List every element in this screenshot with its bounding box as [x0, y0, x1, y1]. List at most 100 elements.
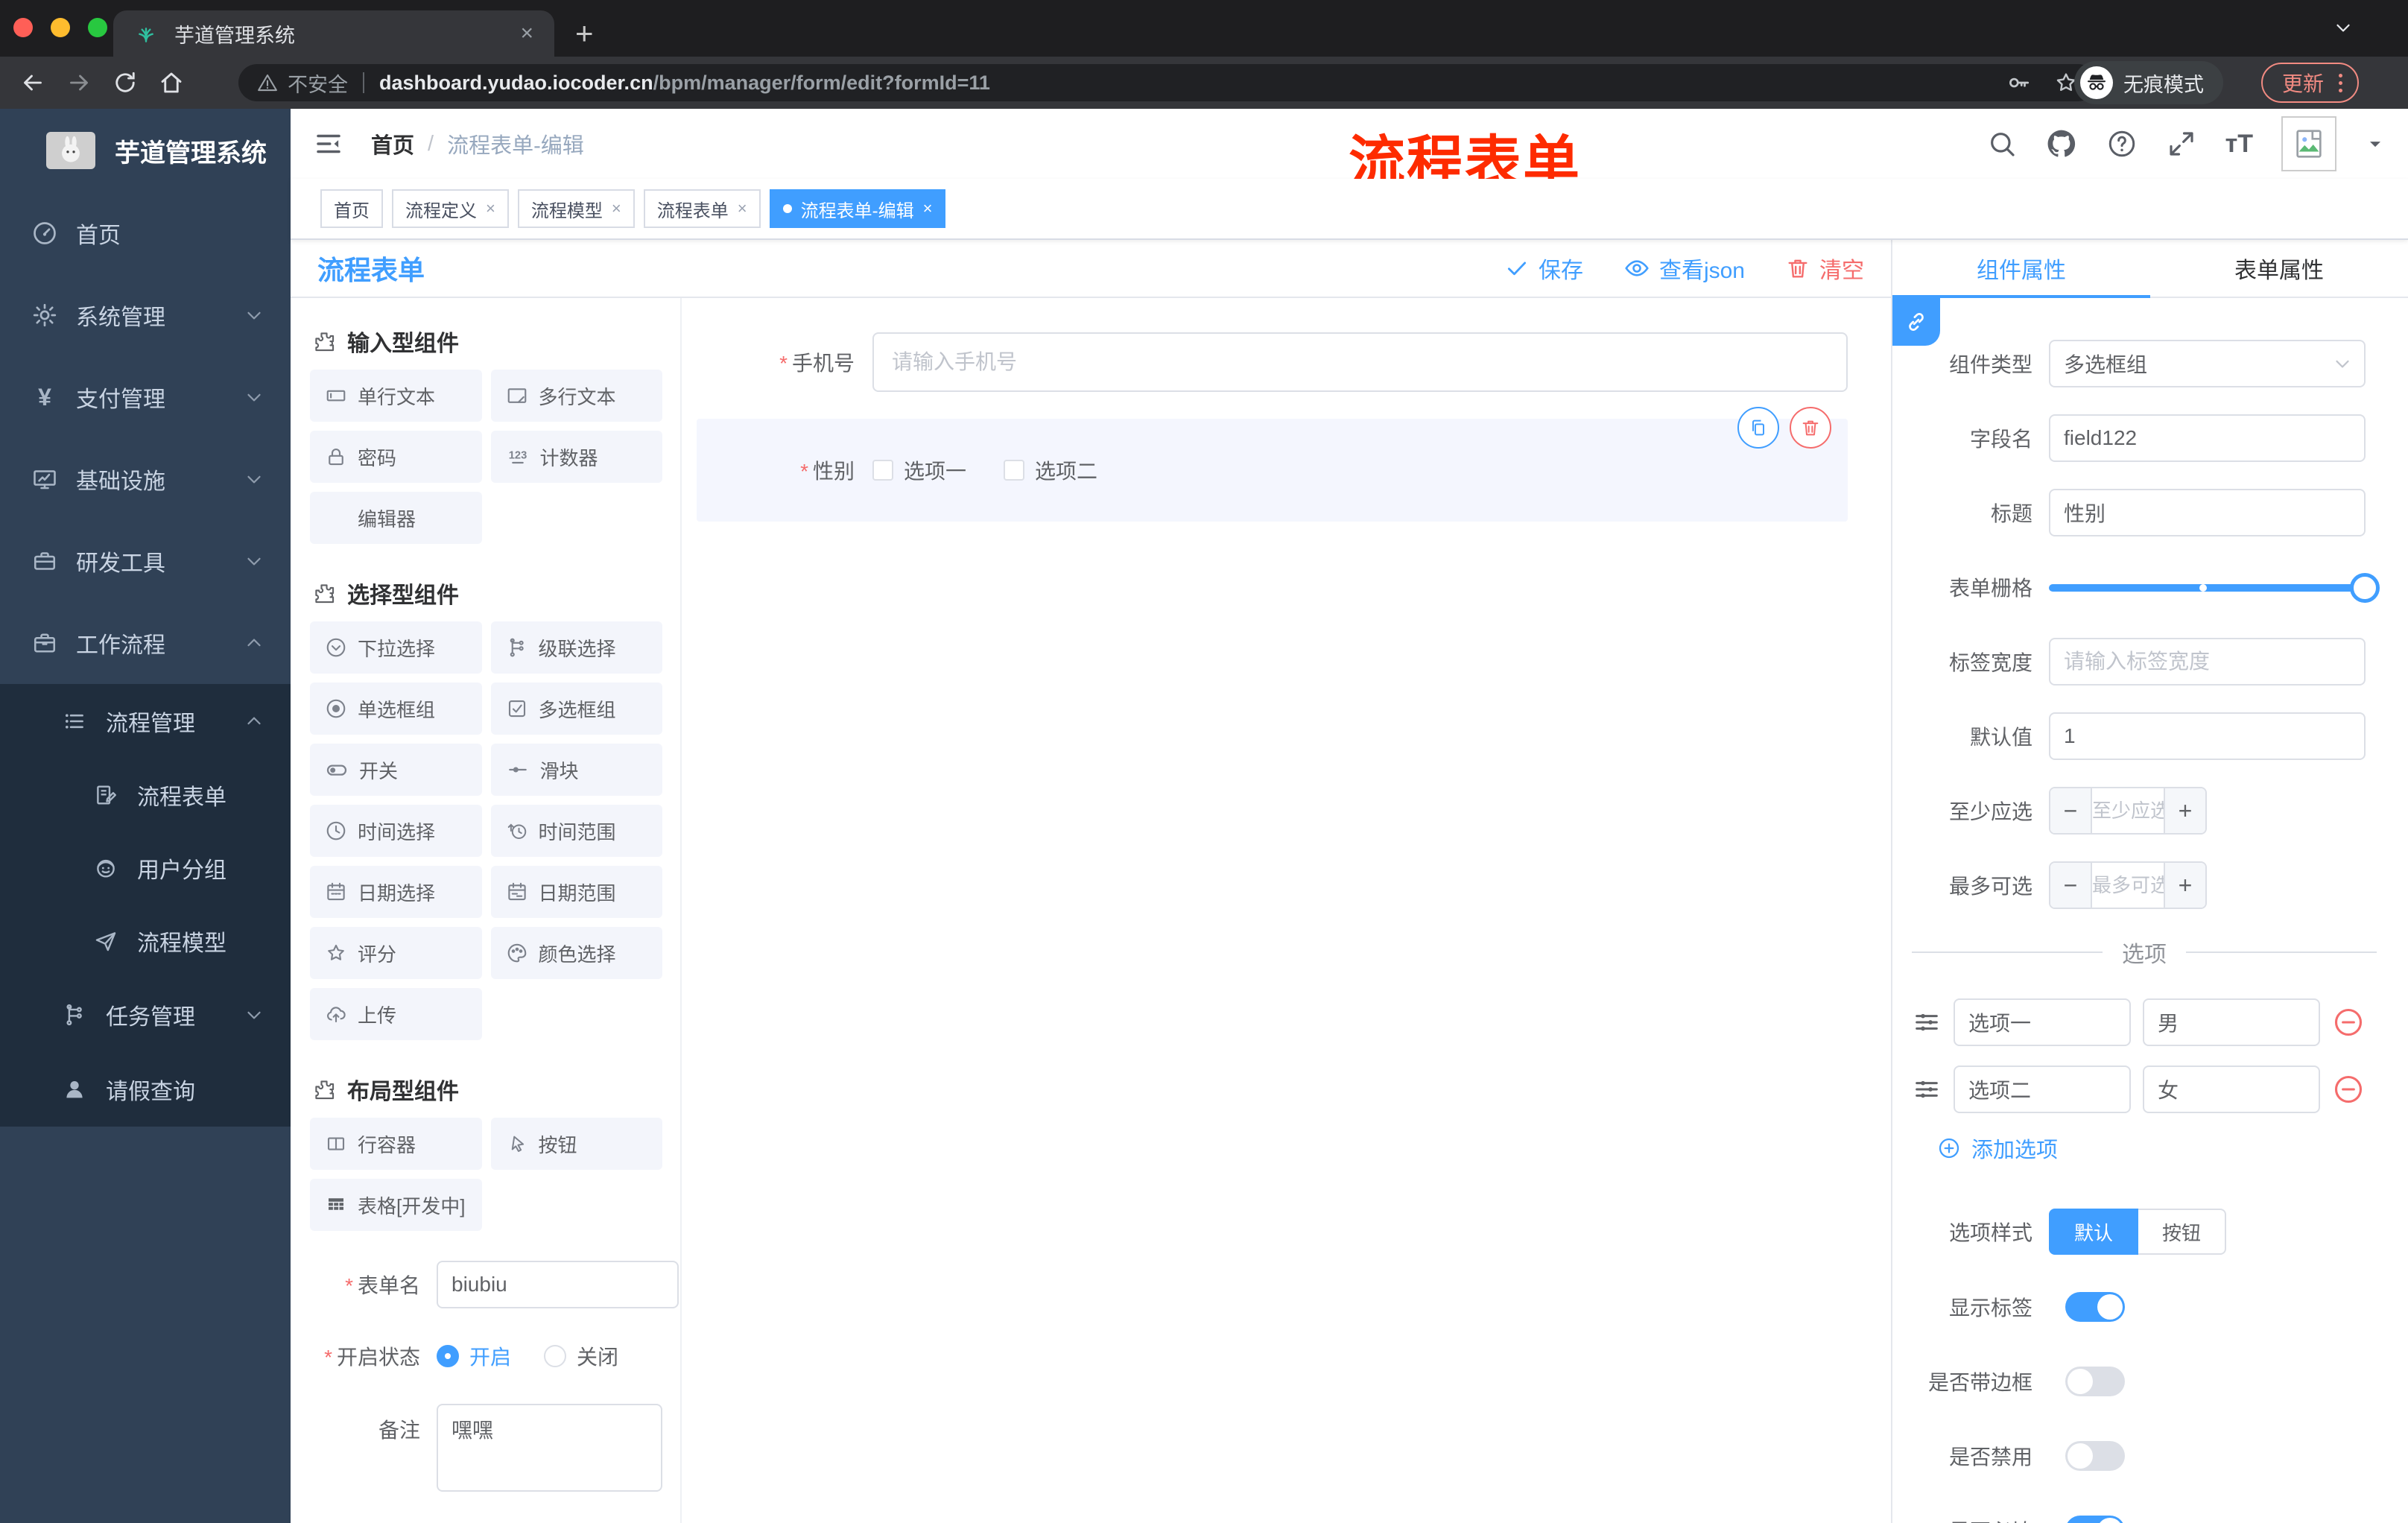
search-icon[interactable]	[1987, 129, 2017, 159]
new-tab-button[interactable]: +	[575, 18, 594, 49]
style-default-button[interactable]: 默认	[2049, 1209, 2139, 1255]
breadcrumb-home[interactable]: 首页	[371, 128, 414, 159]
style-button-button[interactable]: 按钮	[2138, 1209, 2227, 1255]
component-chip-date-picker[interactable]: 日期选择	[310, 866, 482, 918]
option-1-value-input[interactable]	[2143, 998, 2320, 1046]
title-input[interactable]	[2049, 489, 2366, 536]
font-size-icon[interactable]: тT	[2225, 130, 2253, 159]
browser-tab[interactable]: 芋道管理系统 ×	[113, 10, 554, 57]
tag-process-definition[interactable]: 流程定义 ×	[392, 189, 509, 228]
remove-option-button[interactable]	[2332, 1073, 2365, 1106]
tag-home[interactable]: 首页	[320, 189, 383, 228]
stepper-decrease-button[interactable]: −	[2050, 863, 2092, 908]
component-chip-checkbox-group[interactable]: 多选框组	[490, 683, 662, 735]
tabstrip-chevron-icon[interactable]	[2332, 16, 2354, 39]
github-icon[interactable]	[2045, 127, 2078, 160]
drag-handle-icon[interactable]	[1912, 1074, 1942, 1104]
view-json-button[interactable]: 查看json	[1623, 252, 1745, 285]
with-border-toggle[interactable]	[2065, 1367, 2125, 1396]
duplicate-component-button[interactable]	[1737, 407, 1779, 449]
tag-process-form-edit[interactable]: 流程表单-编辑 ×	[769, 189, 946, 228]
component-chip-upload[interactable]: 上传	[310, 988, 482, 1040]
component-chip-slider[interactable]: 滑块	[490, 744, 662, 796]
sidebar-item-workflow[interactable]: 工作流程	[0, 602, 291, 684]
component-chip-row-container[interactable]: 行容器	[310, 1118, 482, 1170]
label-width-input[interactable]	[2049, 638, 2366, 685]
gender-option-1-checkbox[interactable]: 选项一	[872, 455, 966, 485]
forward-icon[interactable]	[66, 69, 92, 96]
form-grid-slider[interactable]	[2049, 563, 2380, 611]
component-chip-button[interactable]: 按钮	[490, 1118, 662, 1170]
sidebar-item-devtools[interactable]: 研发工具	[0, 520, 291, 602]
option-1-label-input[interactable]	[1954, 998, 2131, 1046]
url-bar[interactable]: 不安全 dashboard.yudao.iocoder.cn/bpm/manag…	[238, 64, 2097, 101]
required-toggle[interactable]	[2065, 1516, 2125, 1523]
add-option-button[interactable]: 添加选项	[1937, 1133, 2377, 1164]
component-type-select[interactable]: 多选框组	[2049, 340, 2366, 387]
sidebar-item-system[interactable]: 系统管理	[0, 274, 291, 356]
form-name-input[interactable]	[437, 1261, 679, 1308]
drag-handle-icon[interactable]	[1912, 1007, 1942, 1037]
component-chip-password[interactable]: 密码	[310, 431, 482, 483]
tab-component-props[interactable]: 组件属性	[1892, 240, 2150, 297]
close-icon[interactable]: ×	[486, 199, 495, 218]
component-chip-date-range[interactable]: 日期范围	[490, 866, 662, 918]
tab-form-props[interactable]: 表单属性	[2150, 240, 2408, 297]
tab-close-icon[interactable]: ×	[520, 21, 533, 46]
sidebar-item-user-group[interactable]: 用户分组	[0, 832, 291, 905]
more-vertical-icon[interactable]	[2339, 73, 2342, 92]
component-chip-editor[interactable]: 编辑器	[310, 492, 482, 544]
stepper-increase-button[interactable]: +	[2164, 788, 2205, 833]
component-chip-counter[interactable]: 计数器	[490, 431, 662, 483]
home-icon[interactable]	[158, 69, 185, 96]
field-name-input[interactable]	[2049, 414, 2366, 462]
show-label-toggle[interactable]	[2065, 1292, 2125, 1322]
avatar[interactable]	[2281, 116, 2336, 171]
form-remark-textarea[interactable]: 嘿嘿	[437, 1404, 662, 1492]
save-button[interactable]: 保存	[1504, 252, 1583, 285]
clear-button[interactable]: 清空	[1785, 252, 1864, 285]
link-tag-button[interactable]	[1892, 298, 1940, 346]
window-close-button[interactable]	[13, 18, 33, 37]
back-icon[interactable]	[19, 69, 46, 96]
status-off-radio[interactable]: 关闭	[544, 1341, 618, 1371]
component-chip-single-text[interactable]: 单行文本	[310, 370, 482, 422]
default-value-input[interactable]	[2049, 712, 2366, 760]
form-canvas[interactable]: 手机号 性别 选项一 选项二	[682, 298, 1891, 1523]
tag-process-model[interactable]: 流程模型 ×	[517, 189, 635, 228]
slider-handle[interactable]	[2350, 573, 2380, 603]
sidebar-item-process-model[interactable]: 流程模型	[0, 905, 291, 978]
help-icon[interactable]	[2106, 128, 2138, 159]
close-icon[interactable]: ×	[923, 199, 933, 218]
component-chip-cascader[interactable]: 级联选择	[490, 621, 662, 674]
hamburger-icon[interactable]	[313, 128, 344, 159]
component-chip-time-range[interactable]: 时间范围	[490, 805, 662, 857]
component-chip-color-picker[interactable]: 颜色选择	[490, 927, 662, 979]
not-secure-label[interactable]: 不安全	[288, 69, 348, 98]
phone-field-input[interactable]	[872, 332, 1848, 392]
tag-process-form[interactable]: 流程表单 ×	[643, 189, 761, 228]
disabled-toggle[interactable]	[2065, 1441, 2125, 1471]
stepper-increase-button[interactable]: +	[2164, 863, 2205, 908]
key-icon[interactable]	[2006, 70, 2031, 95]
sidebar-item-home[interactable]: 首页	[0, 192, 291, 274]
fullscreen-icon[interactable]	[2166, 128, 2197, 159]
sidebar-item-leave-query[interactable]: 请假查询	[0, 1052, 291, 1127]
delete-component-button[interactable]	[1790, 407, 1831, 449]
browser-update-button[interactable]: 更新	[2260, 63, 2359, 103]
phone-field-row[interactable]: 手机号	[697, 332, 1848, 392]
sidebar-item-process-form[interactable]: 流程表单	[0, 759, 291, 832]
window-minimize-button[interactable]	[51, 18, 70, 37]
caret-down-icon[interactable]	[2365, 133, 2386, 154]
gender-option-2-checkbox[interactable]: 选项二	[1004, 455, 1097, 485]
close-icon[interactable]: ×	[738, 199, 747, 218]
option-2-value-input[interactable]	[2143, 1066, 2320, 1113]
close-icon[interactable]: ×	[612, 199, 621, 218]
sidebar-item-infra[interactable]: 基础设施	[0, 438, 291, 520]
component-chip-multi-text[interactable]: 多行文本	[490, 370, 662, 422]
component-chip-radio-group[interactable]: 单选框组	[310, 683, 482, 735]
gender-field-block-selected[interactable]: 性别 选项一 选项二	[697, 407, 1848, 522]
component-chip-time-picker[interactable]: 时间选择	[310, 805, 482, 857]
reload-icon[interactable]	[112, 69, 139, 96]
option-2-label-input[interactable]	[1954, 1066, 2131, 1113]
